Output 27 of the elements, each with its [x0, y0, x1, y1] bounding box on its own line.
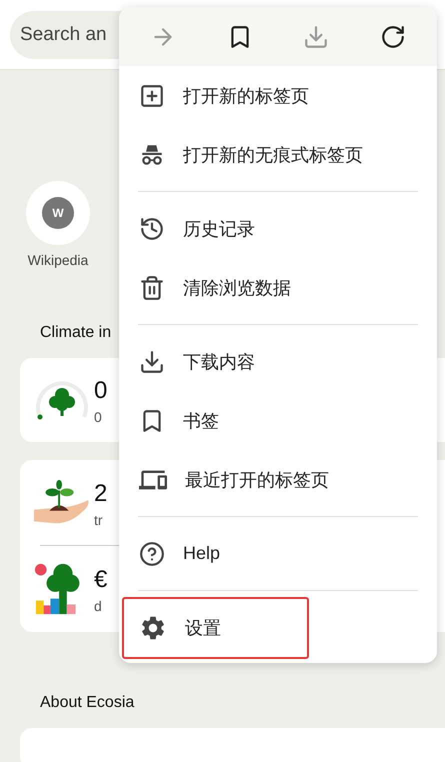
- shortcut-label: Wikipedia: [28, 252, 88, 268]
- menu-item[interactable]: Help: [119, 524, 437, 583]
- reload-icon: [380, 24, 406, 50]
- impact-caption: d: [94, 598, 103, 614]
- trash-icon: [139, 274, 165, 300]
- menu-item[interactable]: 设置: [119, 598, 437, 657]
- section-heading: About Ecosia: [39, 694, 136, 712]
- menu-item[interactable]: 书签: [119, 391, 437, 450]
- section-heading: Climate in: [39, 324, 112, 342]
- impact-value: €: [94, 564, 108, 594]
- menu-item[interactable]: 打开新的标签页: [119, 66, 437, 125]
- history-icon: [139, 216, 165, 242]
- impact-value: 0: [94, 376, 108, 406]
- download-icon: [303, 24, 330, 50]
- menu-item[interactable]: 历史记录: [119, 199, 437, 258]
- menu-item[interactable]: 下载内容: [119, 332, 437, 391]
- help-icon: [139, 540, 165, 566]
- menu-item[interactable]: 打开新的无痕式标签页: [119, 125, 437, 184]
- impact-caption: 0: [94, 409, 103, 425]
- menu-item[interactable]: 最近打开的标签页: [119, 450, 437, 509]
- plus-square-icon: [139, 82, 165, 108]
- download-icon: [139, 348, 165, 374]
- impact-value: 2: [94, 478, 108, 508]
- impact-caption: tr: [94, 512, 104, 528]
- site-letter-icon: W: [42, 197, 74, 229]
- menu-item[interactable]: 清除浏览数据: [119, 258, 437, 317]
- shortcut-tile[interactable]: W: [26, 181, 90, 245]
